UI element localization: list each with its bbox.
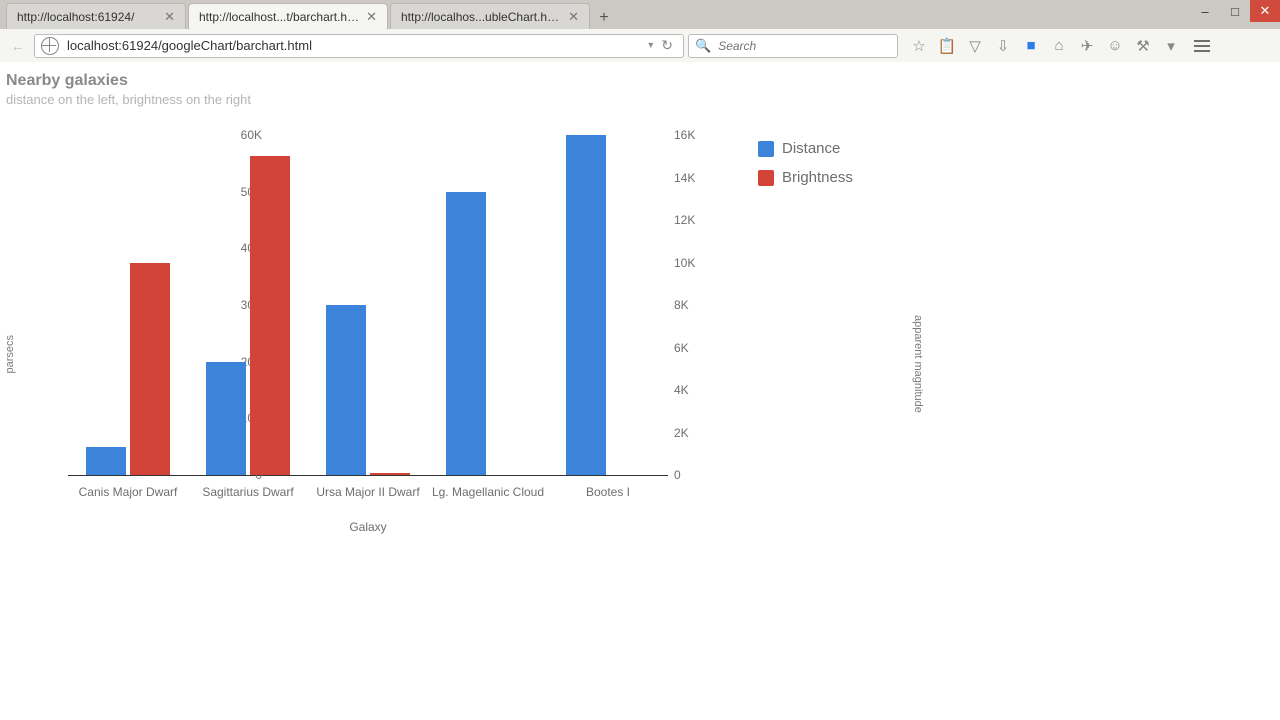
browser-chrome: – □ ✕ http://localhost:61924/ ✕ http://l… xyxy=(0,0,1280,62)
chart-area: parsecs apparent magnitude 010K20K30K40K… xyxy=(6,135,866,575)
legend-label: Distance xyxy=(782,140,840,157)
bar-brightness[interactable] xyxy=(130,263,170,476)
home-icon[interactable]: ⌂ xyxy=(1050,37,1068,55)
bar-group xyxy=(548,135,668,475)
toolbar-icons: ☆ 📋 ▽ ⇩ ■ ⌂ ✈ ☺ ⚒ ▾ xyxy=(910,34,1224,58)
window-controls: – □ ✕ xyxy=(1190,0,1280,22)
downloads-icon[interactable]: ⇩ xyxy=(994,37,1012,55)
window-close-button[interactable]: ✕ xyxy=(1250,0,1280,22)
x-axis-line xyxy=(68,475,668,476)
y-right-tick: 16K xyxy=(674,128,695,142)
y-right-tick: 0 xyxy=(674,468,681,482)
bar-distance[interactable] xyxy=(566,135,606,475)
back-button[interactable]: ← xyxy=(6,34,30,58)
legend-label: Brightness xyxy=(782,169,853,186)
clipboard-icon[interactable]: 📋 xyxy=(938,37,956,55)
history-dropdown-icon[interactable]: ▾ xyxy=(644,40,657,51)
window-minimize-button[interactable]: – xyxy=(1190,0,1220,22)
y-axis-left-label: parsecs xyxy=(4,335,16,374)
nav-toolbar: ← → ▾ ↻ 🔍 ☆ 📋 ▽ ⇩ ■ ⌂ ✈ ☺ ⚒ ▾ xyxy=(0,29,1280,62)
bar-group xyxy=(308,305,428,475)
browser-tab-1[interactable]: http://localhost...t/barchart.html ✕ xyxy=(188,3,388,29)
close-icon[interactable]: ✕ xyxy=(360,9,377,25)
bookmark-star-icon[interactable]: ☆ xyxy=(910,37,928,55)
tab-label: http://localhost:61924/ xyxy=(17,10,158,24)
tab-label: http://localhos...ubleChart.html xyxy=(401,10,562,24)
y-right-tick: 8K xyxy=(674,298,689,312)
close-icon[interactable]: ✕ xyxy=(562,9,579,25)
chat-icon[interactable]: ☺ xyxy=(1106,37,1124,55)
overflow-dropdown-icon[interactable]: ▾ xyxy=(1162,37,1180,55)
y-right-tick: 12K xyxy=(674,213,695,227)
chart-title: Nearby galaxies xyxy=(6,72,1274,90)
bar-group xyxy=(68,263,188,476)
pocket-icon[interactable]: ▽ xyxy=(966,37,984,55)
legend-swatch-distance xyxy=(758,141,774,157)
browser-tab-2[interactable]: http://localhos...ubleChart.html ✕ xyxy=(390,3,590,29)
send-icon[interactable]: ✈ xyxy=(1078,37,1096,55)
window-maximize-button[interactable]: □ xyxy=(1220,0,1250,22)
y-right-tick: 4K xyxy=(674,383,689,397)
legend-swatch-brightness xyxy=(758,170,774,186)
bar-distance[interactable] xyxy=(326,305,366,475)
category-label: Lg. Magellanic Cloud xyxy=(428,485,548,499)
bar-distance[interactable] xyxy=(86,447,126,475)
chart-legend: Distance Brightness xyxy=(758,140,853,198)
reload-icon[interactable]: ↻ xyxy=(657,37,677,54)
x-axis-label: Galaxy xyxy=(68,520,668,534)
legend-item-brightness[interactable]: Brightness xyxy=(758,169,853,186)
close-icon[interactable]: ✕ xyxy=(158,9,175,25)
page-content: Nearby galaxies distance on the left, br… xyxy=(0,62,1280,585)
new-tab-button[interactable]: + xyxy=(592,7,616,29)
tab-label: http://localhost...t/barchart.html xyxy=(199,10,360,24)
search-icon: 🔍 xyxy=(695,38,711,54)
legend-item-distance[interactable]: Distance xyxy=(758,140,853,157)
tab-strip: http://localhost:61924/ ✕ http://localho… xyxy=(0,0,1280,29)
category-label: Sagittarius Dwarf xyxy=(188,485,308,499)
browser-tab-0[interactable]: http://localhost:61924/ ✕ xyxy=(6,3,186,29)
y-right-tick: 2K xyxy=(674,426,689,440)
y-axis-right-label: apparent magnitude xyxy=(912,315,924,413)
category-label: Bootes I xyxy=(548,485,668,499)
url-input[interactable] xyxy=(65,37,644,54)
search-bar[interactable]: 🔍 xyxy=(688,34,898,58)
chart-subtitle: distance on the left, brightness on the … xyxy=(6,92,1274,107)
search-input[interactable] xyxy=(716,38,891,54)
y-right-tick: 6K xyxy=(674,341,689,355)
bar-group xyxy=(428,192,548,475)
y-right-tick: 10K xyxy=(674,256,695,270)
bar-group xyxy=(188,156,308,475)
bar-distance[interactable] xyxy=(206,362,246,475)
bars-container xyxy=(68,135,668,475)
y-right-tick: 14K xyxy=(674,171,695,185)
tools-icon[interactable]: ⚒ xyxy=(1134,37,1152,55)
hamburger-menu-icon[interactable] xyxy=(1190,34,1224,58)
extension-icon[interactable]: ■ xyxy=(1022,37,1040,55)
globe-icon xyxy=(41,37,59,55)
bar-brightness[interactable] xyxy=(250,156,290,475)
category-label: Canis Major Dwarf xyxy=(68,485,188,499)
category-label: Ursa Major II Dwarf xyxy=(308,485,428,499)
bar-brightness[interactable] xyxy=(370,473,410,475)
bar-distance[interactable] xyxy=(446,192,486,475)
url-bar[interactable]: ▾ ↻ xyxy=(34,34,684,58)
